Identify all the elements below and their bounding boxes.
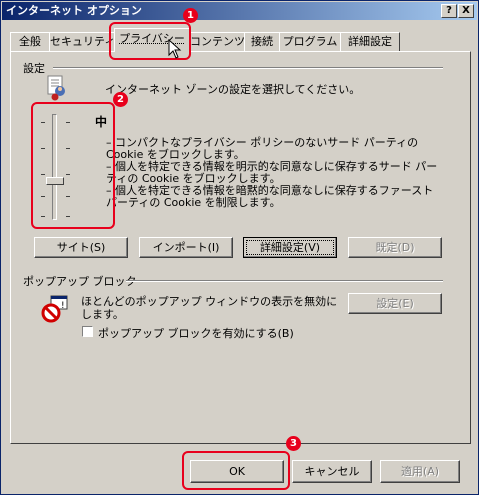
annotation-badge: 3 — [286, 436, 301, 451]
popup-block-icon: ! — [41, 295, 69, 323]
internet-options-window: インターネット オプション ? X 全般 セキュリティ プライバシー コンテンツ… — [0, 0, 479, 495]
popup-group-label: ポップアップ ブロック — [23, 275, 137, 288]
tab-advanced[interactable]: 詳細設定 — [340, 32, 400, 51]
close-button[interactable]: X — [458, 4, 474, 18]
zone-instruction: インターネット ゾーンの設定を選択してください。 — [105, 83, 361, 96]
mouse-cursor-icon — [168, 38, 182, 62]
privacy-icon — [46, 75, 68, 101]
settings-group-divider — [53, 67, 443, 69]
popup-block-checkbox-label[interactable]: ポップアップ ブロックを有効にする(B) — [98, 325, 294, 341]
tab-programs[interactable]: プログラム — [279, 32, 341, 51]
annotation-badge: 1 — [183, 8, 198, 23]
description-line: – 個人を特定できる情報を明示的な同意なしに保存するサード パーティの Cook… — [106, 160, 438, 185]
svg-text:!: ! — [61, 301, 65, 311]
apply-button[interactable]: 適用(A) — [380, 460, 460, 483]
help-button[interactable]: ? — [441, 4, 457, 18]
description-line: – 個人を特定できる情報を暗黙的な同意なしに保存するファースト パーティの Co… — [106, 184, 434, 209]
popup-group-divider — [126, 280, 443, 282]
annotation-box-ok — [182, 451, 290, 490]
tab-connections[interactable]: 接続 — [244, 32, 280, 51]
annotation-box-slider — [31, 102, 115, 229]
cancel-button[interactable]: キャンセル — [292, 460, 372, 483]
tab-general[interactable]: 全般 — [10, 32, 50, 51]
privacy-level-description: – コンパクトなプライバシー ポリシーのないサード パーティの Cookie を… — [106, 137, 441, 209]
sites-button[interactable]: サイト(S) — [34, 237, 128, 258]
tab-security[interactable]: セキュリティ — [49, 32, 115, 51]
default-button[interactable]: 既定(D) — [348, 237, 442, 258]
annotation-badge: 2 — [113, 92, 128, 107]
tab-content[interactable]: コンテンツ — [189, 32, 245, 51]
title-bar: インターネット オプション ? X — [2, 2, 477, 20]
import-button[interactable]: インポート(I) — [139, 237, 233, 258]
advanced-settings-button[interactable]: 詳細設定(V) — [243, 237, 337, 258]
popup-block-checkbox[interactable] — [82, 326, 93, 337]
settings-group-label: 設定 — [23, 62, 45, 75]
window-title: インターネット オプション — [6, 4, 142, 17]
popup-settings-button[interactable]: 設定(E) — [348, 293, 442, 314]
popup-description: ほとんどのポップアップ ウィンドウの表示を無効にします。 — [81, 295, 338, 321]
description-line: – コンパクトなプライバシー ポリシーのないサード パーティの Cookie を… — [106, 136, 419, 161]
